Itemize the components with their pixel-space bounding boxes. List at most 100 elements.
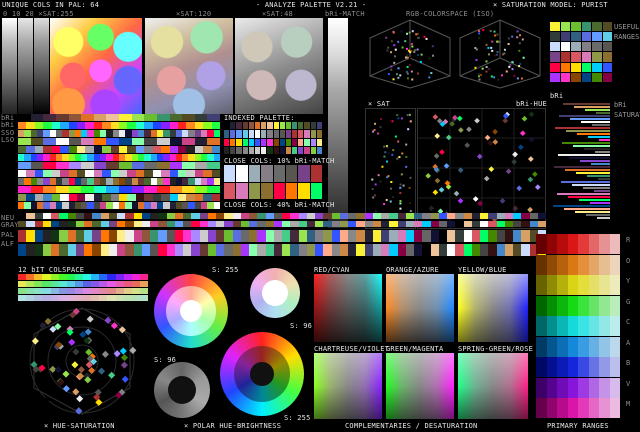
color-swatch [571, 32, 581, 42]
color-swatch [194, 122, 204, 129]
color-swatch [389, 230, 398, 242]
bri-sat-bar [566, 130, 610, 132]
color-swatch [106, 114, 119, 121]
color-swatch [254, 122, 261, 130]
color-swatch [156, 138, 170, 145]
color-swatch [578, 316, 589, 336]
color-swatch [152, 146, 162, 153]
color-swatch [261, 122, 267, 130]
color-swatch [152, 194, 162, 201]
color-swatch [66, 281, 75, 287]
bri-sat-bar [600, 100, 610, 102]
scatter-point [404, 56, 407, 59]
scatter-point [485, 65, 488, 68]
bri-sat-bar [599, 139, 610, 141]
color-swatch [34, 295, 43, 301]
color-swatch [560, 42, 570, 52]
scatter-point [519, 130, 526, 137]
color-swatch [224, 230, 233, 242]
color-swatch [43, 162, 56, 169]
scatter-point [71, 361, 79, 369]
color-swatch [158, 213, 167, 219]
color-swatch [106, 162, 119, 169]
color-swatch [381, 230, 390, 242]
scatter-point [383, 155, 386, 158]
color-swatch [66, 288, 75, 294]
color-swatch [135, 146, 145, 153]
color-swatch [42, 230, 51, 242]
color-swatch [42, 295, 51, 301]
color-swatch [119, 170, 128, 177]
color-swatch [273, 138, 279, 146]
scatter-point [411, 78, 414, 81]
color-swatch [279, 138, 285, 146]
scatter-point [405, 165, 408, 168]
color-swatch [356, 244, 365, 256]
color-swatch [18, 230, 27, 242]
scatter-point [399, 207, 402, 210]
color-swatch [298, 138, 304, 146]
color-swatch [60, 170, 69, 177]
color-swatch [339, 230, 348, 242]
color-swatch [119, 194, 128, 201]
color-swatch [123, 288, 132, 294]
color-swatch [230, 130, 236, 138]
color-swatch [581, 32, 591, 42]
scatter-point [478, 37, 481, 40]
bri-sat-bar [569, 157, 610, 159]
color-swatch [236, 138, 242, 146]
color-swatch [99, 288, 108, 294]
polar-wheel-b [250, 268, 300, 318]
color-swatch [67, 244, 76, 256]
color-swatch [455, 244, 464, 256]
scatter-point [492, 139, 499, 145]
color-swatch [364, 244, 373, 256]
color-swatch [26, 295, 35, 301]
color-swatch [133, 213, 142, 219]
scatter-point [374, 183, 377, 186]
palette-bar [18, 170, 220, 177]
scatter-point [494, 54, 497, 57]
color-swatch [592, 22, 602, 32]
scatter-point [505, 70, 508, 73]
color-swatch [521, 213, 530, 219]
hue-scatter [365, 108, 546, 229]
color-swatch [194, 138, 208, 145]
scatter-point [502, 117, 509, 124]
color-swatch [356, 221, 365, 227]
color-swatch [174, 221, 183, 227]
scatter-point [439, 149, 445, 155]
bri-sat-bar [564, 208, 610, 210]
color-swatch [150, 213, 159, 219]
color-swatch [211, 194, 220, 201]
color-swatch [249, 221, 258, 227]
color-swatch [261, 165, 273, 182]
color-swatch [51, 230, 60, 242]
bit12-row [18, 288, 148, 294]
color-swatch [74, 295, 83, 301]
scatter-point [490, 75, 493, 78]
scatter-point [399, 202, 402, 205]
footer-polar: × POLAR HUE-BRIGHTNESS [184, 422, 282, 430]
color-swatch [306, 244, 315, 256]
color-swatch [578, 357, 589, 377]
color-swatch [102, 194, 111, 201]
color-swatch [581, 22, 591, 32]
bri-sat-bar [553, 205, 610, 207]
scatter-point [393, 44, 396, 47]
scatter-point [397, 67, 400, 70]
color-swatch [84, 221, 93, 227]
color-swatch [43, 114, 56, 121]
scatter-point [409, 209, 412, 212]
bri-sat-bar [565, 169, 610, 171]
scatter-point [385, 36, 388, 39]
color-swatch [75, 230, 84, 242]
scatter-point [433, 153, 440, 159]
color-swatch [405, 230, 414, 242]
bri-sat-bar [586, 214, 610, 216]
color-swatch [285, 146, 292, 154]
scatter-point [397, 40, 400, 43]
color-swatch [536, 295, 547, 316]
color-swatch [127, 170, 136, 177]
color-swatch [211, 170, 220, 177]
